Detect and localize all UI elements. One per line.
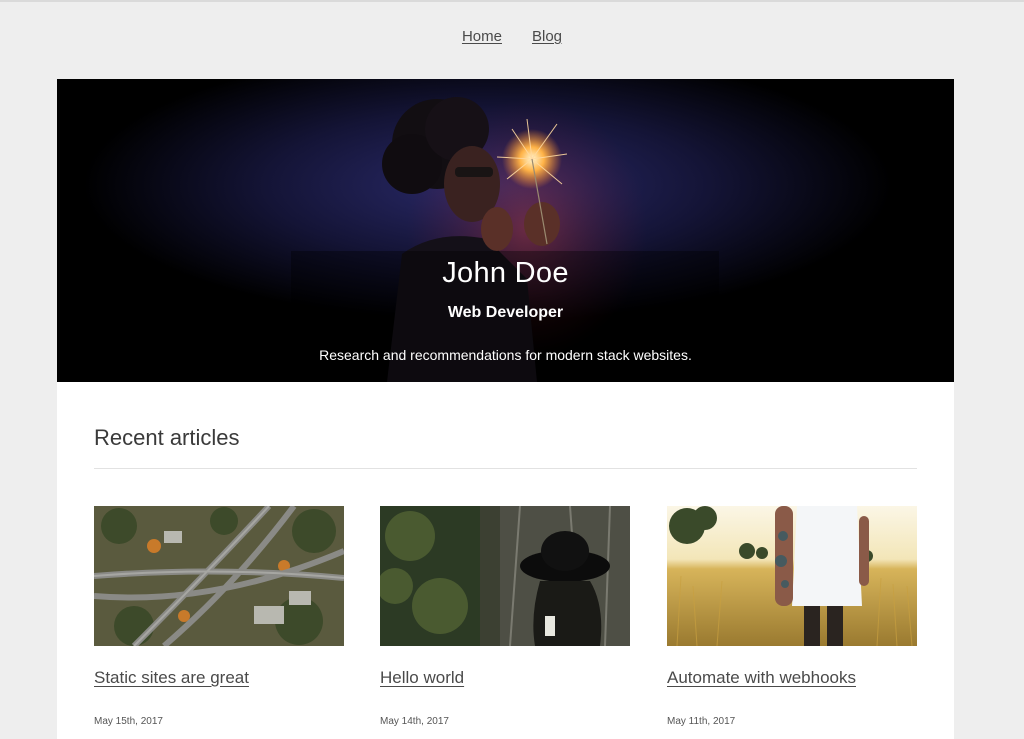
section-title: Recent articles [94, 425, 240, 450]
main-content: John Doe Web Developer Research and reco… [57, 79, 954, 739]
article-title-link[interactable]: Static sites are great [94, 668, 249, 688]
article-thumbnail[interactable] [94, 506, 344, 646]
article-thumbnail[interactable] [667, 506, 917, 646]
article-date: May 14th, 2017 [380, 716, 449, 727]
article-thumbnail[interactable] [380, 506, 630, 646]
hero-banner: John Doe Web Developer Research and reco… [57, 79, 954, 382]
article-card: Automate with webhooks May 11th, 2017 [667, 506, 917, 727]
article-title-link[interactable]: Automate with webhooks [667, 668, 856, 688]
article-date: May 11th, 2017 [667, 716, 736, 727]
top-nav: Home Blog [0, 28, 1024, 45]
nav-link-blog[interactable]: Blog [532, 28, 562, 45]
article-card: Hello world May 14th, 2017 [380, 506, 630, 727]
article-title-link[interactable]: Hello world [380, 668, 464, 688]
hero-role: Web Developer [447, 304, 564, 321]
article-card: Static sites are great May 15th, 2017 [94, 506, 344, 727]
nav-link-home[interactable]: Home [462, 28, 502, 45]
window-top-border [0, 0, 1024, 2]
hero-name: John Doe [442, 257, 569, 289]
section-divider [94, 468, 917, 469]
article-date: May 15th, 2017 [94, 716, 163, 727]
hero-tagline: Research and recommendations for modern … [319, 347, 692, 363]
